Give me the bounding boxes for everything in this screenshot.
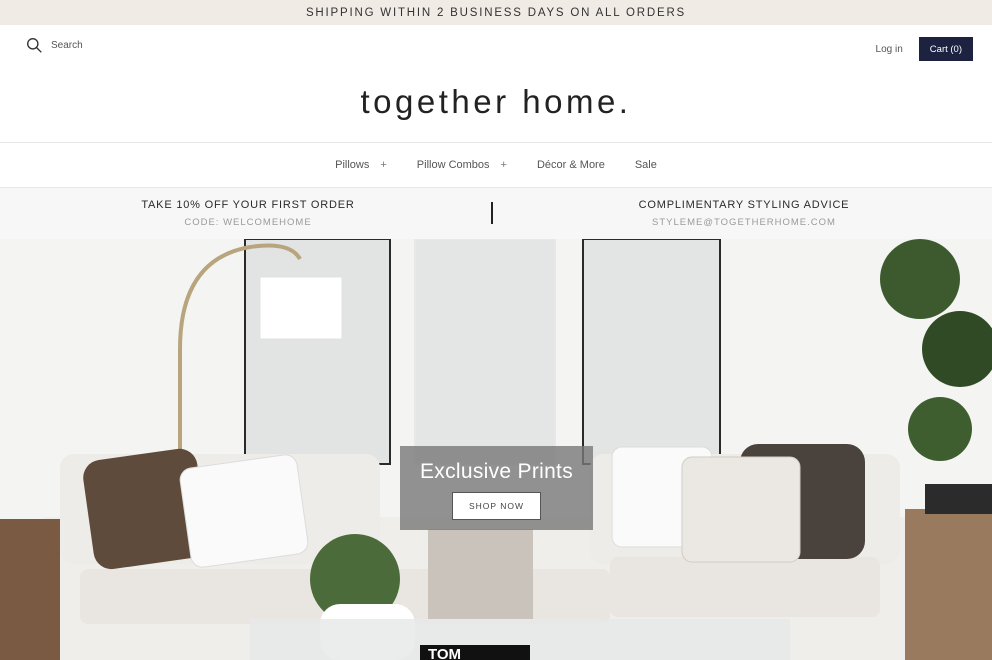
account-area: Log in Cart (0) (876, 37, 973, 61)
promo-styling-title: COMPLIMENTARY STYLING ADVICE (638, 199, 850, 211)
nav-item-label: Pillow Combos (416, 159, 490, 171)
nav-item-label: Pillows (335, 159, 370, 171)
promo-styling: COMPLIMENTARY STYLING ADVICE STYLEME@TOG… (496, 188, 992, 239)
login-link[interactable]: Log in (876, 44, 903, 55)
nav-item-pillow-combos[interactable]: Pillow Combos + (417, 159, 507, 171)
main-nav: Pillows + Pillow Combos + Décor & More S… (0, 143, 992, 188)
site-header: Search Log in Cart (0) together home. (0, 25, 992, 143)
cart-button[interactable]: Cart (0) (918, 37, 973, 61)
hero-caption: Exclusive Prints SHOP NOW (400, 446, 593, 530)
hero-banner: TOM Exclusive Prints SHOP NOW (0, 239, 992, 660)
search-label: Search (51, 40, 83, 51)
nav-item-label: Décor & More (536, 159, 605, 171)
search-button[interactable]: Search (26, 37, 83, 54)
plus-icon: + (380, 159, 387, 171)
nav-item-sale[interactable]: Sale (635, 159, 657, 171)
promo-styling-email[interactable]: STYLEME@TOGETHERHOME.COM (652, 217, 836, 228)
promo-discount-title: TAKE 10% OFF YOUR FIRST ORDER (141, 199, 355, 211)
hero-title: Exclusive Prints (419, 460, 573, 483)
nav-item-label: Sale (634, 159, 657, 171)
announcement-bar: SHIPPING WITHIN 2 BUSINESS DAYS ON ALL O… (0, 0, 992, 25)
search-icon (27, 38, 42, 53)
shop-now-button[interactable]: SHOP NOW (452, 492, 541, 520)
promo-discount: TAKE 10% OFF YOUR FIRST ORDER CODE: WELC… (0, 188, 496, 239)
announcement-text: SHIPPING WITHIN 2 BUSINESS DAYS ON ALL O… (305, 6, 687, 19)
promo-divider (491, 202, 493, 224)
promo-discount-code: CODE: WELCOMEHOME (184, 217, 312, 228)
promo-bar: TAKE 10% OFF YOUR FIRST ORDER CODE: WELC… (0, 188, 992, 239)
book-title: TOM (428, 646, 461, 660)
site-logo[interactable]: together home. (0, 83, 992, 121)
nav-item-pillows[interactable]: Pillows + (335, 159, 387, 171)
plus-icon: + (500, 159, 507, 171)
nav-item-decor[interactable]: Décor & More (537, 159, 605, 171)
